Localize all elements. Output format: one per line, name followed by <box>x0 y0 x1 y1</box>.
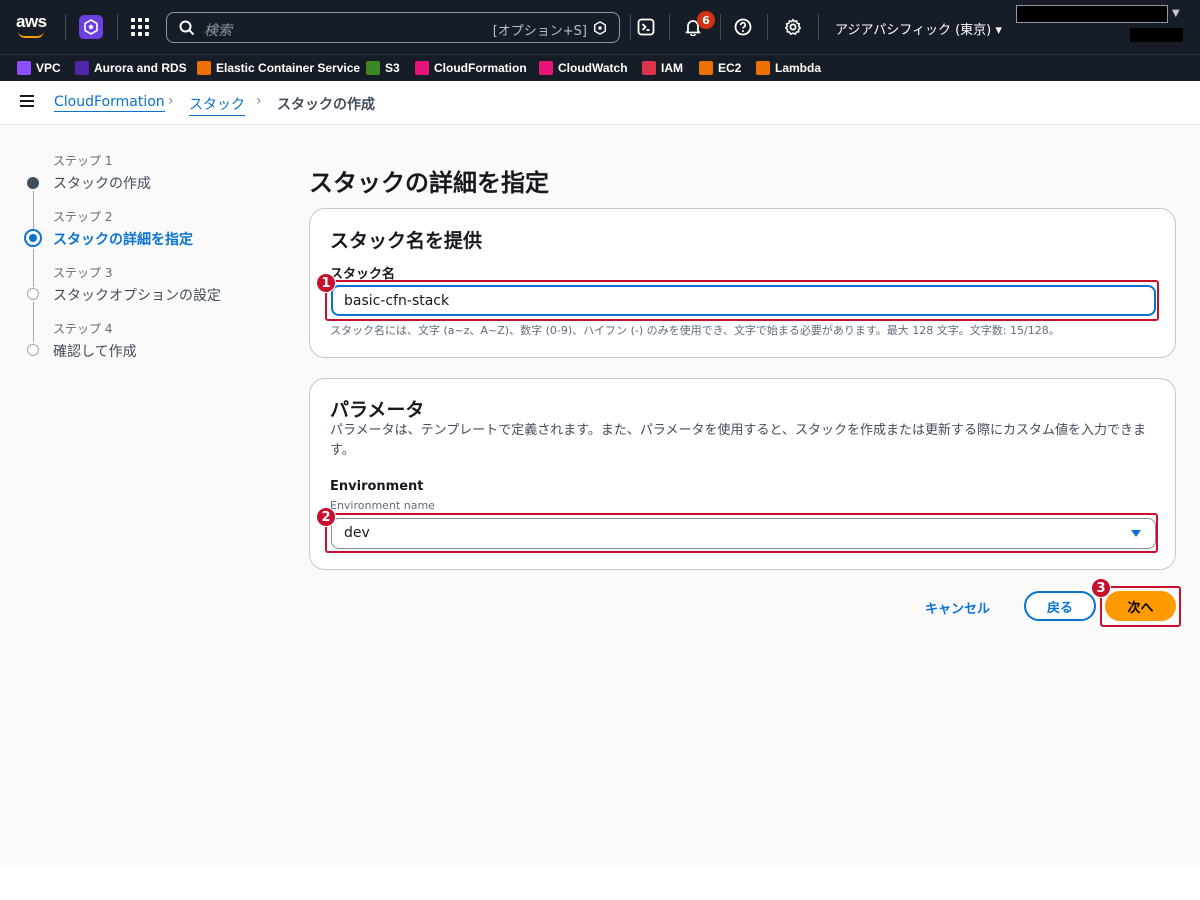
step-3-label: ステップ 3 <box>53 266 113 280</box>
favorite-ec2[interactable]: EC2 <box>699 61 741 75</box>
help-icon[interactable] <box>733 17 753 37</box>
breadcrumb-current: スタックの作成 <box>277 97 375 113</box>
search-shortcut-hint: [オプション+S] <box>492 24 587 39</box>
step-2-label: ステップ 2 <box>53 210 113 224</box>
annotation-box-1 <box>325 280 1159 321</box>
region-selector[interactable]: アジアパシフィック (東京) ▾ <box>835 19 1002 38</box>
ec2-service-icon <box>699 61 713 75</box>
next-button[interactable]: 次へ <box>1105 591 1176 621</box>
annotation-number-1: 1 <box>316 273 336 293</box>
top-navigation: aws 検索 [オプション+S] 6 アジアパシフィック (東京) ▾ ▼ <box>0 0 1200 54</box>
divider <box>720 14 721 40</box>
favorite-cloudwatch[interactable]: CloudWatch <box>539 61 628 75</box>
back-button[interactable]: 戻る <box>1024 591 1096 621</box>
card-heading: スタック名を提供 <box>330 230 483 252</box>
favorite-s3[interactable]: S3 <box>366 61 400 75</box>
step-2-title: スタックの詳細を指定 <box>53 232 193 248</box>
favorite-label: IAM <box>661 61 683 75</box>
favorite-aurora-rds[interactable]: Aurora and RDS <box>75 61 187 75</box>
step-1-label: ステップ 1 <box>53 154 113 168</box>
hexagon-shortcut-icon <box>594 21 606 35</box>
parameters-description: パラメータは、テンプレートで定義されます。また、パラメータを使用すると、スタック… <box>330 423 1147 458</box>
page-title: スタックの詳細を指定 <box>309 169 549 197</box>
caret-down-icon[interactable]: ▼ <box>1172 8 1180 19</box>
card-heading: パラメータ <box>330 399 425 421</box>
step-4-label: ステップ 4 <box>53 322 113 336</box>
step-active-icon <box>24 229 42 247</box>
step-todo-icon <box>27 288 39 300</box>
favorite-label: CloudWatch <box>558 61 628 75</box>
s3-service-icon <box>366 61 380 75</box>
divider <box>669 14 670 40</box>
divider <box>818 14 819 40</box>
lambda-service-icon <box>756 61 770 75</box>
divider <box>65 14 66 40</box>
favorite-ecs[interactable]: Elastic Container Service <box>197 61 360 75</box>
favorite-cloudformation[interactable]: CloudFormation <box>415 61 527 75</box>
favorite-label: Lambda <box>775 61 822 75</box>
rds-service-icon <box>75 61 89 75</box>
chevron-right-icon: › <box>256 93 262 109</box>
stack-name-help: スタック名には、文字 (a~z、A~Z)、数字 (0-9)、ハイフン (-) の… <box>330 324 1060 337</box>
favorite-label: S3 <box>385 61 400 75</box>
annotation-box-2 <box>325 513 1158 553</box>
favorite-label: EC2 <box>718 61 742 75</box>
cloudshell-icon[interactable] <box>636 17 656 37</box>
step-todo-icon <box>27 344 39 356</box>
favorite-label: VPC <box>36 61 61 75</box>
divider <box>630 14 631 40</box>
aws-logo-text: aws <box>16 12 47 31</box>
step-done-icon <box>27 177 39 189</box>
favorite-lambda[interactable]: Lambda <box>756 61 821 75</box>
account-menu[interactable] <box>1016 5 1168 23</box>
divider <box>767 14 768 40</box>
breadcrumb: CloudFormation › スタック › スタックの作成 <box>0 81 1200 125</box>
environment-label: Environment <box>330 479 424 494</box>
chevron-right-icon: › <box>168 93 174 109</box>
aws-smile-icon <box>18 31 44 38</box>
favorite-label: CloudFormation <box>434 61 527 75</box>
ecs-service-icon <box>197 61 211 75</box>
search-input[interactable]: 検索 [オプション+S] <box>166 12 620 43</box>
cloudwatch-service-icon <box>539 61 553 75</box>
step-4-title: 確認して作成 <box>53 344 137 360</box>
step-connector <box>33 302 34 342</box>
vpc-service-icon <box>17 61 31 75</box>
services-grid-icon[interactable] <box>131 18 149 36</box>
search-icon <box>179 20 195 36</box>
environment-description: Environment name <box>330 499 435 512</box>
account-id-redacted <box>1130 28 1183 42</box>
annotation-number-2: 2 <box>316 507 336 527</box>
favorite-label: Elastic Container Service <box>216 61 361 75</box>
step-1-title[interactable]: スタックの作成 <box>53 173 151 193</box>
favorite-label: Aurora and RDS <box>94 61 187 75</box>
notification-badge: 6 <box>697 11 715 29</box>
aws-logo[interactable]: aws <box>16 12 50 40</box>
favorites-bar: VPC Aurora and RDS Elastic Container Ser… <box>0 54 1200 81</box>
gear-icon[interactable] <box>783 17 803 37</box>
search-placeholder: 検索 <box>204 23 232 39</box>
breadcrumb-cloudformation[interactable]: CloudFormation <box>54 94 165 112</box>
divider <box>117 14 118 40</box>
favorite-vpc[interactable]: VPC <box>17 61 61 75</box>
step-3-title: スタックオプションの設定 <box>53 288 221 304</box>
cancel-button[interactable]: キャンセル <box>925 598 990 617</box>
step-connector <box>33 249 34 287</box>
cloudformation-service-icon <box>415 61 429 75</box>
hexagon-app-icon[interactable] <box>79 15 103 39</box>
breadcrumb-stacks[interactable]: スタック <box>189 94 245 116</box>
iam-service-icon <box>642 61 656 75</box>
menu-icon[interactable] <box>20 95 34 107</box>
favorite-iam[interactable]: IAM <box>642 61 683 75</box>
step-connector <box>33 191 34 229</box>
